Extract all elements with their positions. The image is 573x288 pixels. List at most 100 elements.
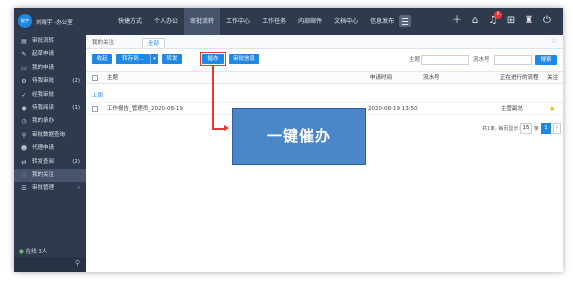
nav-internal-mail[interactable]: 内部邮件: [292, 8, 328, 35]
search-button[interactable]: 搜索: [535, 55, 557, 65]
toolbar: 收起 转存到... ▾ 转发 催办 审批信息 主题 流水号 搜索: [86, 52, 563, 68]
sidebar-item-label: 我的关注: [32, 171, 55, 178]
chevron-right-icon: ›: [77, 185, 80, 192]
current-page-button[interactable]: 1: [541, 123, 551, 134]
nav-personal-office[interactable]: 个人办公: [148, 8, 184, 35]
edit-icon: ✎: [21, 51, 27, 59]
notification-badge: 6: [494, 11, 502, 19]
column-follow[interactable]: 关注: [547, 72, 558, 84]
power-icon[interactable]: ⏻: [541, 15, 553, 27]
forward-button[interactable]: 转发: [162, 54, 182, 64]
user-label[interactable]: 刘晓宇 -办公室: [36, 18, 73, 26]
follow-star-icon[interactable]: ★: [549, 103, 555, 115]
check-icon: ✓: [21, 91, 27, 99]
online-user-icon: ●: [19, 249, 24, 255]
nav-work-tasks[interactable]: 工作任务: [256, 8, 292, 35]
sidebar-item-label: 我的承办: [32, 118, 55, 125]
sidebar-item-pending-read[interactable]: ◉ 待我阅读 (1): [14, 102, 86, 115]
column-serial[interactable]: 流水号: [423, 72, 440, 84]
sidebar-item-my-applications[interactable]: ▭ 我的申请: [14, 62, 86, 75]
sidebar-item-label: 审批流转: [32, 38, 55, 44]
top-nav: 快捷方式 个人办公 审批流转 工作中心 工作任务 内部邮件 文档中心 信息发布: [112, 8, 400, 35]
chevron-down-icon[interactable]: ▾: [150, 54, 158, 64]
next-page-icon[interactable]: ›: [553, 123, 561, 134]
page-size-unit: 条: [534, 126, 540, 132]
sidebar-item-draft[interactable]: ✎ 起草申请: [14, 48, 86, 61]
table-header: 主题 申请时间 流水号 正在进行的流程 关注: [86, 71, 563, 84]
plus-icon[interactable]: ＋: [451, 15, 463, 27]
sidebar-item-approved[interactable]: ✓ 经我审批: [14, 89, 86, 102]
column-process[interactable]: 正在进行的流程: [500, 72, 539, 84]
doc-icon: ▤: [21, 38, 27, 45]
settings-icon: ☰: [21, 185, 27, 193]
app-window: 能宇 刘晓宇 -办公室 快捷方式 个人办公 审批流转 工作中心 工作任务 内部邮…: [14, 8, 563, 272]
user-icon: ☻: [20, 145, 28, 153]
column-apply-time[interactable]: 申请时间: [370, 72, 392, 84]
sidebar-item-label: 经我审批: [32, 91, 55, 98]
sidebar-item-label: 起草申请: [32, 51, 55, 58]
sidebar-item-label: 审批管理: [32, 185, 55, 192]
save-to-button[interactable]: 转存到...: [116, 54, 150, 64]
sidebar-item-forwarded[interactable]: ⇄ 转发查阅 (2): [14, 156, 86, 169]
row-subject[interactable]: 工作报告_管理员_2020-08-19: [107, 103, 183, 115]
row-checkbox[interactable]: [92, 106, 98, 112]
sidebar-item-count: (2): [72, 158, 80, 165]
collapse-button[interactable]: 收起: [92, 54, 112, 64]
nav-approval-flow[interactable]: 审批流转: [184, 8, 221, 35]
sidebar-item-label: 审批数据查询: [32, 131, 66, 138]
approval-info-button[interactable]: 审批信息: [229, 54, 259, 64]
serial-filter-input[interactable]: [494, 55, 532, 65]
main-content: 我的关注 全部 ☆ 收起 转存到... ▾ 转发 催办 审批信息 主题 流水号 …: [86, 35, 563, 272]
select-all-checkbox[interactable]: [92, 75, 98, 81]
sidebar-item-proxy-application[interactable]: ☻ 代理申请: [14, 142, 86, 155]
tab-filter-all[interactable]: 全部: [142, 38, 166, 48]
sidebar-search[interactable]: ⚲: [14, 257, 86, 272]
column-subject[interactable]: 主题: [107, 72, 118, 84]
sidebar-item-approval-management[interactable]: ☰ 审批管理 ›: [14, 182, 86, 195]
clock-icon: ◷: [21, 118, 27, 126]
nav-info-publish[interactable]: 信息发布: [364, 8, 400, 35]
row-process: 主管副总: [501, 106, 524, 112]
eye-icon: ◉: [21, 104, 27, 112]
page-size-select[interactable]: 15: [520, 123, 532, 134]
sidebar-item-my-follows[interactable]: ♡ 我的关注: [14, 168, 86, 183]
home-icon[interactable]: ⌂: [469, 15, 481, 27]
nav-document-center[interactable]: 文档中心: [328, 8, 364, 35]
online-text: 在线 3人: [25, 249, 48, 255]
sidebar-item-label: 代理申请: [32, 145, 55, 152]
share-icon: ⇄: [21, 158, 27, 166]
sidebar-item-count: (1): [72, 104, 80, 111]
nav-work-center[interactable]: 工作中心: [220, 8, 256, 35]
sidebar-item-label: 转发查阅: [32, 158, 55, 165]
annotation-arrow-vertical: [212, 66, 214, 129]
sidebar-item-my-undertakings[interactable]: ◷ 我的承办: [14, 115, 86, 128]
nav-shortcuts[interactable]: 快捷方式: [112, 8, 148, 35]
sidebar-item-approval-flow[interactable]: ▤ 审批流转: [14, 35, 86, 48]
search-icon: ⚲: [21, 131, 27, 139]
tab-bar: 我的关注 全部 ☆: [86, 35, 563, 49]
favorite-star-icon[interactable]: ☆: [551, 37, 557, 45]
folder-icon: ▭: [21, 64, 27, 72]
more-menu-icon[interactable]: [399, 15, 411, 27]
grid-icon[interactable]: ⊞: [505, 15, 517, 27]
sidebar-item-count: (2): [72, 78, 80, 85]
sidebar-item-label: 我的申请: [32, 64, 55, 71]
app-logo: 能宇: [18, 14, 32, 28]
sidebar: ▤ 审批流转 ✎ 起草申请 ▭ 我的申请 ⚙ 待我审批 (2) ✓ 经我审批 ◉…: [14, 35, 86, 272]
urge-button-highlight: [200, 52, 226, 66]
top-bar: 能宇 刘晓宇 -办公室 快捷方式 个人办公 审批流转 工作中心 工作任务 内部邮…: [14, 8, 563, 35]
group-label: 上周: [92, 93, 104, 99]
serial-filter-label: 流水号: [473, 57, 490, 63]
pager-summary: 共1条, 每页显示:: [482, 126, 521, 132]
sidebar-item-pending-approval[interactable]: ⚙ 待我审批 (2): [14, 75, 86, 88]
search-icon[interactable]: ⚲: [75, 259, 80, 267]
sidebar-item-label: 待我阅读: [32, 104, 55, 111]
tab-my-follows[interactable]: 我的关注: [92, 38, 114, 48]
gear-icon: ⚙: [21, 78, 27, 86]
sidebar-item-label: 待我审批: [32, 78, 55, 85]
subject-filter-label: 主题: [409, 57, 421, 63]
sidebar-item-data-query[interactable]: ⚲ 审批数据查询: [14, 129, 86, 142]
subject-filter-input[interactable]: [421, 55, 469, 65]
theme-icon[interactable]: ♜: [523, 15, 535, 27]
annotation-callout: 一键催办: [232, 108, 366, 165]
